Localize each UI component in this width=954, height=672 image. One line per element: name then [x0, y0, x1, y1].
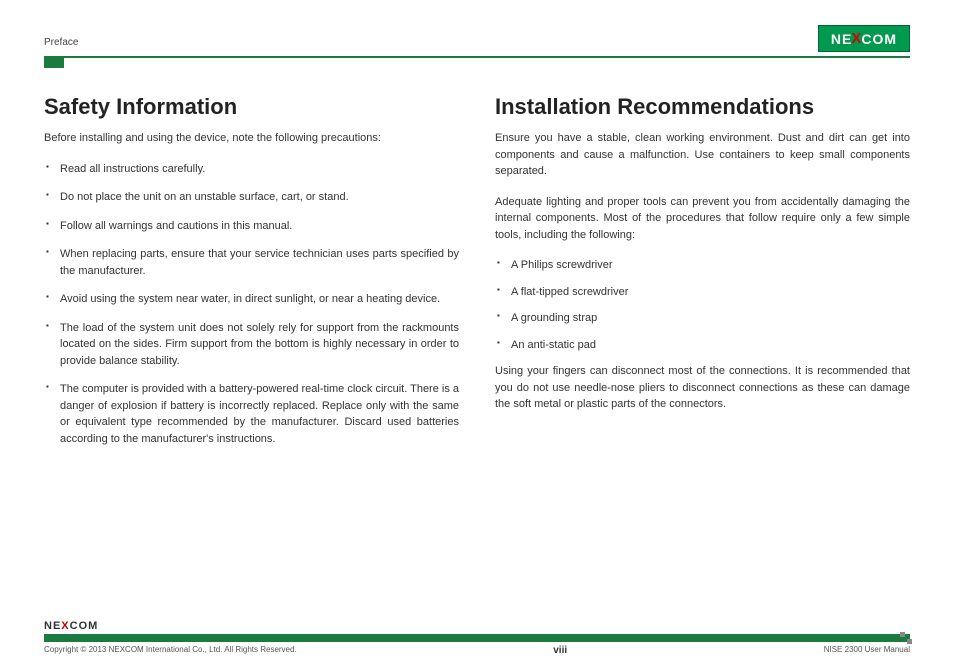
footer-logo-pre: NE — [44, 620, 61, 632]
page-footer: NEXCOM Copyright © 2013 NEXCOM Internati… — [44, 620, 910, 656]
install-p1: Ensure you have a stable, clean working … — [495, 130, 910, 180]
header-section: Preface — [44, 37, 78, 52]
footer-logo-x: X — [61, 620, 69, 632]
document-name: NISE 2300 User Manual — [824, 645, 910, 656]
corner-squares-icon — [900, 632, 912, 644]
list-item: A flat-tipped screwdriver — [511, 284, 910, 301]
tools-list: A Philips screwdriver A flat-tipped scre… — [495, 257, 910, 353]
copyright-text: Copyright © 2013 NEXCOM International Co… — [44, 645, 297, 656]
logo-text-pre: NE — [831, 31, 852, 47]
list-item: A Philips screwdriver — [511, 257, 910, 274]
install-p2: Adequate lighting and proper tools can p… — [495, 194, 910, 244]
list-item: Do not place the unit on an unstable sur… — [60, 189, 459, 206]
list-item: A grounding strap — [511, 310, 910, 327]
footer-logo: NEXCOM — [44, 620, 910, 632]
list-item: The load of the system unit does not sol… — [60, 320, 459, 370]
left-column: Safety Information Before installing and… — [44, 94, 459, 459]
list-item: Avoid using the system near water, in di… — [60, 291, 459, 308]
brand-logo: NEXCOM — [818, 25, 910, 52]
safety-intro: Before installing and using the device, … — [44, 130, 459, 147]
install-title: Installation Recommendations — [495, 94, 910, 120]
list-item: Follow all warnings and cautions in this… — [60, 218, 459, 235]
footer-logo-post: COM — [70, 620, 99, 632]
list-item: The computer is provided with a battery-… — [60, 381, 459, 447]
logo-text-post: COM — [861, 31, 897, 47]
list-item: An anti-static pad — [511, 337, 910, 354]
header-rule — [44, 56, 910, 58]
install-p3: Using your fingers can disconnect most o… — [495, 363, 910, 413]
page-number: viii — [553, 645, 567, 656]
footer-rule — [44, 634, 910, 642]
list-item: Read all instructions carefully. — [60, 161, 459, 178]
safety-list: Read all instructions carefully. Do not … — [44, 161, 459, 448]
right-column: Installation Recommendations Ensure you … — [495, 94, 910, 459]
safety-title: Safety Information — [44, 94, 459, 120]
list-item: When replacing parts, ensure that your s… — [60, 246, 459, 279]
